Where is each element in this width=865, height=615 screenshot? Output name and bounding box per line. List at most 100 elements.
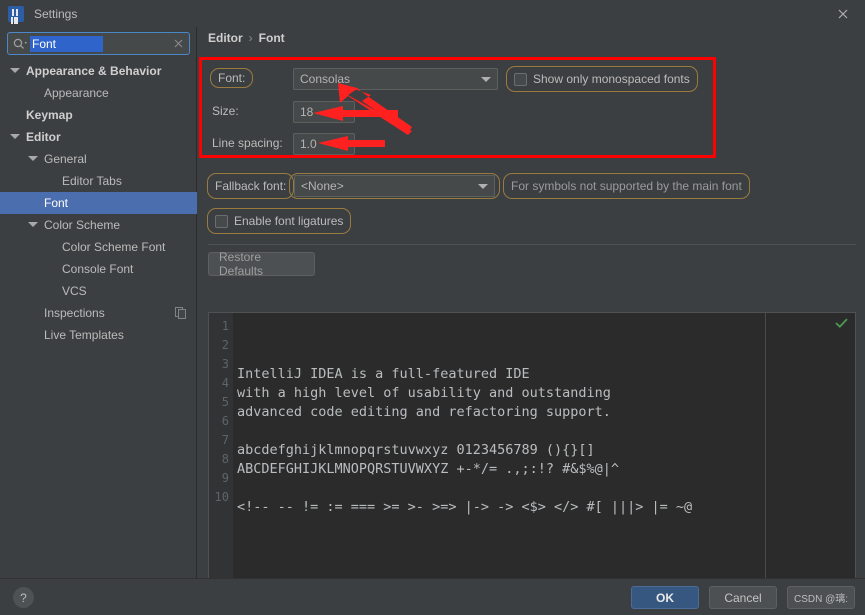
sidebar-item-label: Editor Tabs [62, 174, 122, 188]
breadcrumb: Editor › Font [208, 31, 285, 45]
close-icon[interactable] [821, 0, 865, 27]
line-number: 7 [221, 433, 229, 447]
sidebar-item-general[interactable]: General [0, 148, 197, 170]
sidebar-item-live-templates[interactable]: Live Templates [0, 324, 197, 346]
sidebar-item-label: Color Scheme Font [62, 240, 166, 254]
search-field-wrapper: Font [7, 32, 190, 55]
restore-defaults-button[interactable]: Restore Defaults [208, 250, 315, 278]
line-number: 8 [221, 452, 229, 466]
fallback-font-hint-box: For symbols not supported by the main fo… [503, 173, 750, 199]
title-bar: Settings [0, 0, 865, 27]
enable-ligatures-label: Enable font ligatures [234, 214, 344, 228]
expander-triangle-icon[interactable] [10, 66, 20, 76]
sidebar-item-label: Editor [26, 130, 61, 144]
breadcrumb-parent[interactable]: Editor [208, 31, 243, 45]
line-number: 2 [221, 338, 229, 352]
sidebar-item-label: General [44, 152, 87, 166]
settings-sidebar: Font Appearance & Behavior Appearance Keym… [0, 27, 197, 578]
sidebar-item-label: Appearance [44, 86, 109, 100]
code-line: ABCDEFGHIJKLMNOPQRSTUVWXYZ +-*/= .,;:!? … [237, 461, 620, 477]
fallback-font-dropdown[interactable]: <None> [294, 175, 495, 197]
enable-ligatures-checkbox[interactable]: Enable font ligatures [207, 208, 352, 234]
line-number: 3 [221, 357, 229, 371]
code-line: <!-- -- != := === >= >- >=> |-> -> <$> <… [237, 499, 693, 515]
chevron-down-icon [481, 76, 491, 82]
code-line: advanced code editing and refactoring su… [237, 404, 611, 420]
chevron-down-icon [478, 183, 488, 189]
search-icon [12, 37, 28, 51]
show-monospaced-checkbox[interactable]: Show only monospaced fonts [506, 66, 698, 92]
sidebar-item-label: Color Scheme [44, 218, 121, 232]
expander-triangle-icon[interactable] [28, 220, 38, 230]
apply-button[interactable]: CSDN @璃: [787, 586, 855, 609]
fallback-font-value: <None> [301, 179, 344, 193]
line-spacing-input[interactable]: 1.0 [293, 133, 355, 155]
sidebar-item-color-scheme-font[interactable]: Color Scheme Font [0, 236, 197, 258]
sidebar-item-keymap[interactable]: Keymap [0, 104, 197, 126]
sidebar-item-label: VCS [62, 284, 87, 298]
size-label: Size: [212, 104, 239, 118]
size-row: Size: [212, 104, 239, 118]
sidebar-item-label: Live Templates [44, 328, 124, 342]
fallback-font-hint: For symbols not supported by the main fo… [511, 179, 742, 193]
line-number: 6 [221, 414, 229, 428]
line-spacing-label: Line spacing: [212, 136, 283, 150]
fallback-font-label-box: Fallback font: [207, 173, 295, 199]
clear-icon[interactable] [171, 37, 185, 51]
code-line: abcdefghijklmnopqrstuvwxyz 0123456789 ()… [237, 442, 595, 458]
line-spacing-row: Line spacing: [212, 136, 283, 150]
sidebar-item-appearance-behavior[interactable]: Appearance & Behavior [0, 60, 197, 82]
line-number: 9 [221, 471, 229, 485]
sidebar-item-console-font[interactable]: Console Font [0, 258, 197, 280]
expander-triangle-icon[interactable] [10, 132, 20, 142]
fallback-font-dropdown-wrapper: <None> [289, 173, 500, 199]
section-divider [208, 244, 856, 245]
sidebar-item-label: Inspections [44, 306, 105, 320]
font-preview-editor[interactable]: 1 2 3 4 5 6 7 8 9 10 IntelliJ IDEA is a full-feat… [208, 312, 856, 593]
ok-button[interactable]: OK [631, 586, 699, 609]
sidebar-item-appearance[interactable]: Appearance [0, 82, 197, 104]
sidebar-item-inspections[interactable]: Inspections [0, 302, 197, 324]
intellij-idea-logo-icon [8, 5, 24, 22]
font-family-value: Consolas [300, 72, 351, 86]
sidebar-item-label: Console Font [62, 262, 134, 276]
checkbox-box [514, 72, 527, 86]
fallback-font-label: Fallback font: [215, 179, 287, 193]
font-family-dropdown[interactable]: Consolas [293, 68, 498, 90]
sidebar-item-editor[interactable]: Editor [0, 126, 197, 148]
expander-triangle-icon[interactable] [28, 154, 38, 164]
sidebar-item-color-scheme[interactable]: Color Scheme [0, 214, 197, 236]
font-settings-body: Font: Consolas Show only monospaced font… [198, 56, 865, 593]
sidebar-item-label: Keymap [26, 108, 73, 122]
show-monospaced-label: Show only monospaced fonts [533, 72, 690, 86]
footer-button-group: OK Cancel CSDN @璃: [631, 586, 855, 609]
cancel-button[interactable]: Cancel [709, 586, 777, 609]
sidebar-item-vcs[interactable]: VCS [0, 280, 197, 302]
settings-content: Editor › Font Font: Consolas Show only m… [198, 27, 865, 593]
right-margin-line [765, 313, 766, 592]
breadcrumb-separator: › [248, 31, 253, 45]
window-title: Settings [34, 6, 78, 21]
search-input[interactable]: Font [7, 32, 190, 55]
settings-tree: Appearance & Behavior Appearance Keymap Edi… [0, 60, 197, 346]
line-number-gutter: 1 2 3 4 5 6 7 8 9 10 [209, 313, 233, 592]
copy-icon[interactable] [175, 307, 187, 319]
dialog-footer: ? OK Cancel CSDN @璃: [0, 578, 865, 615]
preview-code-text: IntelliJ IDEA is a full-featured IDE with… [237, 313, 855, 555]
line-number: 10 [214, 490, 229, 504]
sidebar-item-label: Appearance & Behavior [26, 64, 162, 78]
sidebar-item-editor-tabs[interactable]: Editor Tabs [0, 170, 197, 192]
help-button[interactable]: ? [13, 587, 34, 608]
code-line: with a high level of usability and outst… [237, 385, 611, 401]
breadcrumb-current: Font [258, 31, 285, 45]
sidebar-item-font[interactable]: Font [0, 192, 197, 214]
sidebar-item-label: Font [44, 196, 69, 210]
green-checkmark-icon [835, 317, 848, 335]
code-line: IntelliJ IDEA is a full-featured IDE [237, 366, 530, 382]
settings-dialog: Settings Font Appearance & Behavior Appe… [0, 0, 865, 615]
size-input[interactable]: 18 [293, 101, 355, 123]
